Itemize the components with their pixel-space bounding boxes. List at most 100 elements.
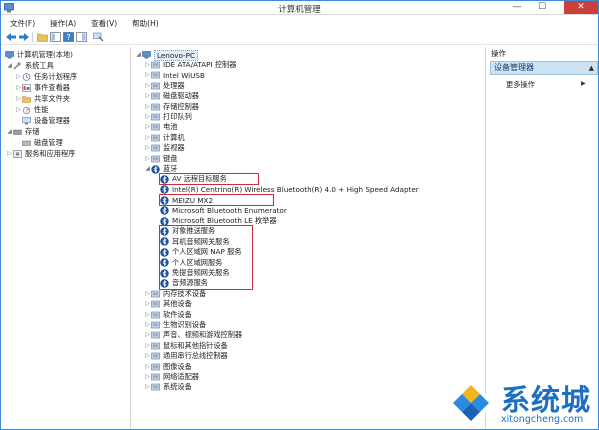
collapsed-arrow-icon[interactable]: ▷ <box>144 300 151 308</box>
device-tree-root[interactable]: ◢ Lenovo-PC <box>135 49 198 61</box>
device-category-row[interactable]: ▷ 磁盘驱动器 <box>144 91 199 101</box>
device-label: 耳机音频网关服务 <box>172 236 230 246</box>
device-category-row[interactable]: ▷ 电池 <box>144 122 177 132</box>
device-category-row[interactable]: ▷ 图像设备 <box>144 362 192 372</box>
device-category-row[interactable]: ▷ 软件设备 <box>144 310 192 320</box>
expanded-arrow-icon[interactable]: ◢ <box>135 51 142 59</box>
collapsed-arrow-icon[interactable]: ▷ <box>144 352 151 360</box>
device-category-row[interactable]: ▷ 网络适配器 <box>144 372 199 382</box>
collapsed-arrow-icon[interactable]: ▷ <box>144 342 151 350</box>
device-category-row[interactable]: ▷ 生物识别设备 <box>144 320 206 330</box>
other-devices-icon <box>151 300 160 308</box>
tree-item-device-manager[interactable]: 设备管理器 <box>22 116 70 126</box>
more-actions-item[interactable]: 更多操作 ▶ <box>506 80 586 90</box>
collapsed-arrow-icon[interactable]: ▷ <box>144 155 151 163</box>
device-category-row[interactable]: ▷ Intel WiUSB <box>144 70 205 80</box>
bluetooth-device-row[interactable]: 音频源服务 <box>160 278 208 288</box>
device-category-row[interactable]: ▷ 打印队列 <box>144 112 192 122</box>
collapsed-arrow-icon[interactable]: ▷ <box>144 123 151 131</box>
expanded-arrow-icon[interactable]: ◢ <box>6 128 13 136</box>
collapsed-arrow-icon[interactable]: ▷ <box>144 144 151 152</box>
device-label: 打印队列 <box>163 112 192 121</box>
bluetooth-icon <box>160 279 169 288</box>
forward-arrow-icon[interactable] <box>18 31 30 43</box>
device-label: 免提音频网关服务 <box>172 268 230 277</box>
device-category-row[interactable]: ▷ 声音、视频和游戏控制器 <box>144 330 242 340</box>
tree-item-storage[interactable]: ◢ 存储 <box>6 127 39 137</box>
device-category-row[interactable]: ◢ 蓝牙 <box>144 164 177 174</box>
collapsed-arrow-icon[interactable]: ▷ <box>6 150 13 158</box>
bluetooth-device-row[interactable]: MEIZU MX2 <box>160 195 213 205</box>
collapse-caret-icon[interactable]: ▲ <box>589 62 594 74</box>
computer-icon <box>151 134 160 142</box>
collapsed-arrow-icon[interactable]: ▷ <box>144 71 151 79</box>
close-button[interactable]: ✕ <box>564 1 598 14</box>
computer-management-icon <box>5 51 14 59</box>
collapsed-arrow-icon[interactable]: ▷ <box>144 363 151 371</box>
show-hide-action-pane-icon[interactable] <box>75 31 87 43</box>
collapsed-arrow-icon[interactable]: ▷ <box>144 321 151 329</box>
tree-item-computer-management[interactable]: 计算机管理(本地) <box>5 50 73 60</box>
collapsed-arrow-icon[interactable]: ▷ <box>144 113 151 121</box>
collapsed-arrow-icon[interactable]: ▷ <box>15 73 22 81</box>
collapsed-arrow-icon[interactable]: ▷ <box>144 103 151 111</box>
bluetooth-icon <box>160 258 169 267</box>
menu-action[interactable]: 操作(A) <box>41 16 82 29</box>
bluetooth-device-row[interactable]: AV 远程目标服务 <box>160 174 227 184</box>
menu-file[interactable]: 文件(F) <box>1 16 41 29</box>
device-category-row[interactable]: ▷ 通用串行总线控制器 <box>144 351 228 361</box>
tree-item-event-viewer[interactable]: ▷ 事件查看器 <box>15 83 70 93</box>
tree-item-disk-management[interactable]: 磁盘管理 <box>22 138 63 148</box>
device-category-row[interactable]: ▷ 系统设备 <box>144 382 192 392</box>
collapsed-arrow-icon[interactable]: ▷ <box>15 106 22 114</box>
bluetooth-device-row[interactable]: 个人区域网服务 <box>160 258 222 268</box>
menu-help[interactable]: 帮助(H) <box>123 16 165 29</box>
collapsed-arrow-icon[interactable]: ▷ <box>144 290 151 298</box>
collapsed-arrow-icon[interactable]: ▷ <box>144 92 151 100</box>
actions-section-device-manager[interactable]: 设备管理器 ▲ <box>490 61 598 75</box>
sound-icon <box>151 331 160 339</box>
bluetooth-device-row[interactable]: Microsoft Bluetooth Enumerator <box>160 206 287 216</box>
device-category-row[interactable]: ▷ 处理器 <box>144 80 185 91</box>
device-category-row[interactable]: ▷ 内存技术设备 <box>144 289 206 299</box>
tree-item-services-and-applications[interactable]: ▷ 服务和应用程序 <box>6 149 75 159</box>
collapsed-arrow-icon[interactable]: ▷ <box>144 82 151 90</box>
bluetooth-device-row[interactable]: 耳机音频网关服务 <box>160 237 230 247</box>
console-tree-pane: 计算机管理(本地) ◢ 系统工具 ▷ 任务计划程序 ▷ 事件查看器 ▷ 共享文件… <box>3 47 131 429</box>
collapsed-arrow-icon[interactable]: ▷ <box>144 134 151 142</box>
expanded-arrow-icon[interactable]: ◢ <box>144 165 151 173</box>
collapsed-arrow-icon[interactable]: ▷ <box>144 311 151 319</box>
up-folder-icon[interactable] <box>36 31 48 43</box>
collapsed-arrow-icon[interactable]: ▷ <box>15 84 22 92</box>
device-category-row[interactable]: ▷ 监视器 <box>144 143 184 153</box>
device-label: 处理器 <box>163 80 185 90</box>
bluetooth-device-row[interactable]: 个人区域网 NAP 服务 <box>160 247 242 257</box>
bluetooth-device-row[interactable]: 免提音频网关服务 <box>160 268 230 278</box>
device-properties-icon[interactable] <box>92 31 104 43</box>
device-category-row[interactable]: ▷ 存储控制器 <box>144 102 199 112</box>
bluetooth-device-row[interactable]: Microsoft Bluetooth LE 枚举器 <box>160 216 277 226</box>
collapsed-arrow-icon[interactable]: ▷ <box>15 95 22 103</box>
collapsed-arrow-icon[interactable]: ▷ <box>144 61 151 69</box>
tree-item-shared-folders[interactable]: ▷ 共享文件夹 <box>15 94 70 104</box>
device-category-row[interactable]: ▷ 计算机 <box>144 133 184 143</box>
device-category-row[interactable]: ▷ IDE ATA/ATAPI 控制器 <box>144 60 236 70</box>
menu-view[interactable]: 查看(V) <box>82 16 123 29</box>
collapsed-arrow-icon[interactable]: ▷ <box>144 383 151 391</box>
console-tree-icon[interactable] <box>49 31 61 43</box>
tree-item-system-tools[interactable]: ◢ 系统工具 <box>6 61 54 71</box>
bluetooth-device-row[interactable]: Intel(R) Centrino(R) Wireless Bluetooth(… <box>160 185 419 195</box>
tree-item-performance[interactable]: ▷ 性能 <box>15 105 48 115</box>
bluetooth-device-row[interactable]: 对象推送服务 <box>160 226 215 236</box>
device-category-row[interactable]: ▷ 鼠标和其他指针设备 <box>144 341 228 351</box>
maximize-button[interactable]: ☐ <box>531 1 553 14</box>
minimize-button[interactable]: — <box>506 1 528 14</box>
back-arrow-icon[interactable] <box>5 31 17 43</box>
tree-item-task-scheduler[interactable]: ▷ 任务计划程序 <box>15 72 77 82</box>
properties-icon[interactable]: ? <box>62 31 74 43</box>
collapsed-arrow-icon[interactable]: ▷ <box>144 373 151 381</box>
expanded-arrow-icon[interactable]: ◢ <box>6 62 13 70</box>
device-category-row[interactable]: ▷ 其他设备 <box>144 299 192 309</box>
device-category-row[interactable]: ▷ 键盘 <box>144 154 177 164</box>
collapsed-arrow-icon[interactable]: ▷ <box>144 331 151 339</box>
